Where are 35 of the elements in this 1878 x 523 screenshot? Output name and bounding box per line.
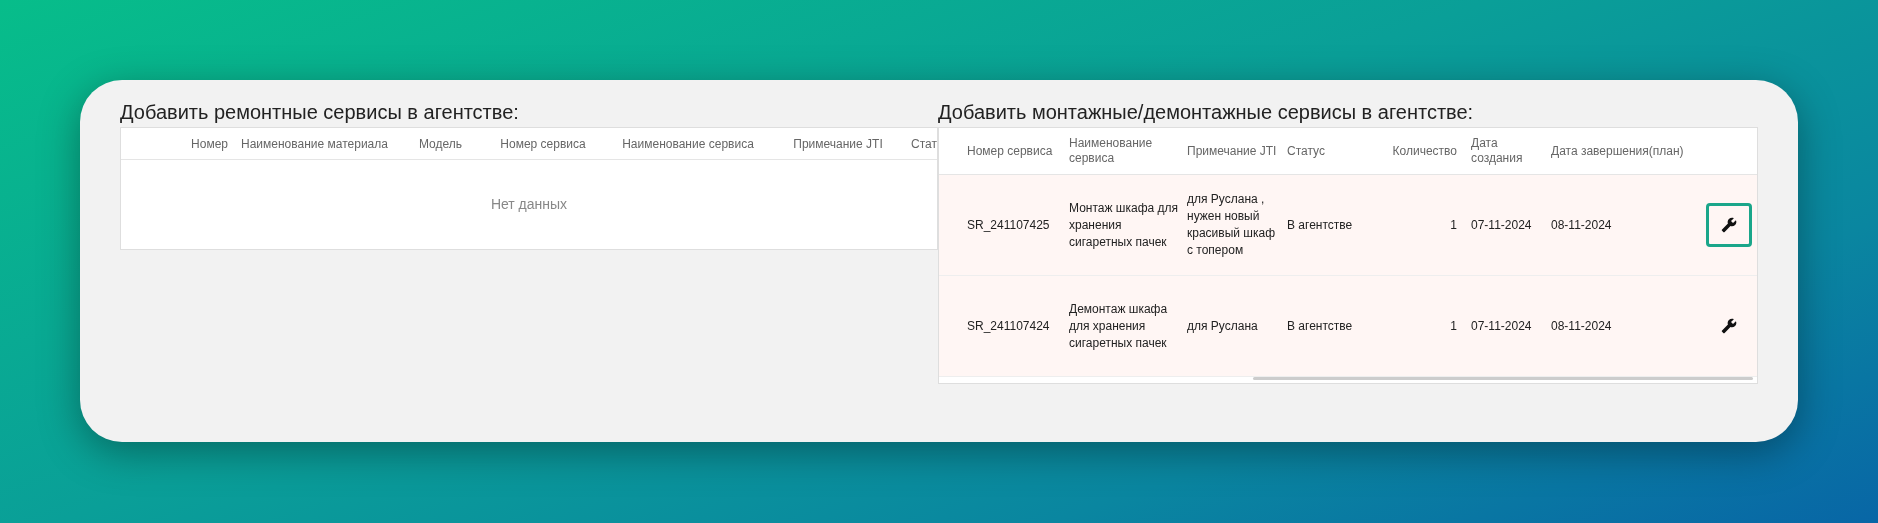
table-cell-text: Демонтаж шкафа для хранения сигаретных пачек (1069, 300, 1169, 352)
column-header: Примечание JTI (792, 135, 884, 153)
edit-button[interactable] (1706, 203, 1752, 247)
table-cell-text: SR_241107425 (966, 216, 1051, 234)
column-header: Примечание JTI (1187, 143, 1278, 159)
column-header: Наименование сервиса (1069, 136, 1154, 166)
table-cell-text: для Руслана , нужен новый красивый шкаф с топером (1187, 191, 1277, 259)
table-cell-text: 07-11-2024 (1471, 216, 1533, 234)
table-cell-text: В агентстве (1287, 317, 1354, 335)
column-header: Дата завершения(план) (1551, 143, 1685, 159)
table-cell-text: 07-11-2024 (1471, 317, 1533, 335)
column-header: Модель (417, 135, 464, 153)
column-header: Номер сервиса (966, 143, 1054, 159)
column-header: Номер (190, 135, 228, 153)
wrench-icon (1721, 217, 1737, 233)
empty-message: Нет данных (490, 195, 568, 214)
table-cell-text: SR_241107424 (966, 317, 1051, 335)
table-cell-text: 1 (1449, 216, 1458, 234)
column-header: Количество (1391, 143, 1458, 159)
table-cell-text: 08-11-2024 (1551, 317, 1613, 335)
wrench-icon (1721, 318, 1737, 334)
column-header: Статус (1287, 143, 1326, 159)
column-header: Наименование материала (240, 135, 389, 153)
column-header: Стат (910, 135, 937, 153)
table-cell-text: 08-11-2024 (1551, 216, 1613, 234)
column-header: Дата создания (1471, 136, 1524, 166)
table-cell-text: В агентстве (1287, 216, 1354, 234)
column-header: Наименование сервиса (621, 135, 755, 153)
table-cell-text: Монтаж шкафа для хранения сигаретных пачек (1069, 199, 1180, 251)
section-title: Добавить ремонтные сервисы в агентстве: (120, 100, 520, 125)
section-title: Добавить монтажные/демонтажные сервисы в агентстве: (938, 100, 1475, 125)
table-cell-text: 1 (1449, 317, 1458, 335)
table-cell-text: для Руслана (1187, 317, 1259, 335)
column-header: Номер сервиса (499, 135, 587, 153)
horizontal-scrollbar[interactable] (1253, 377, 1753, 380)
